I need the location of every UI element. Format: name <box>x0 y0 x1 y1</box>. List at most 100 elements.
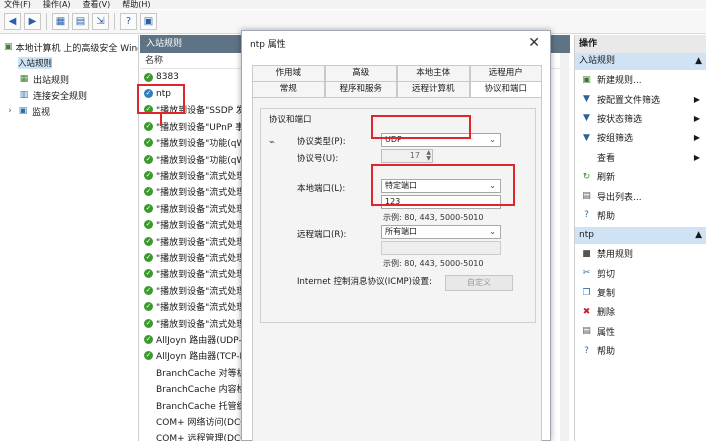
tree-item-inbound[interactable]: ▦ 入站规则 <box>0 55 138 71</box>
rule-row[interactable]: COM+ 远程管理(DCOM-In) <box>140 430 243 441</box>
rule-row[interactable]: ✓"播放到设备"流式处理服务器 <box>140 282 243 298</box>
tab-programs-services[interactable]: 程序和服务 <box>324 81 397 97</box>
back-icon[interactable]: ◀ <box>4 13 21 30</box>
tree-item-connection-security[interactable]: ▥ 连接安全规则 <box>0 87 138 103</box>
tree-item-outbound[interactable]: ▦ 出站规则 <box>0 71 138 87</box>
rule-row[interactable]: ✓"播放到设备"流式处理服务器 <box>140 233 243 249</box>
remote-port-select[interactable]: 所有端口 ⌄ <box>381 225 501 239</box>
rule-row[interactable]: ✓"播放到设备"功能(qWave) <box>140 151 243 167</box>
tab-remote-computers[interactable]: 远程计算机 <box>397 81 470 97</box>
toolbar-separator <box>114 13 115 30</box>
forward-icon[interactable]: ▶ <box>24 13 41 30</box>
action-item[interactable]: ❐ 复制 <box>575 283 706 302</box>
rule-row[interactable]: ✓"播放到设备"SSDP 发现 <box>140 102 243 118</box>
network-cable-icon: ⌁ <box>269 137 276 148</box>
actions-section-inbound[interactable]: 入站规则 ▲ <box>575 53 706 70</box>
group-title: 协议和端口 <box>269 115 312 125</box>
rule-row[interactable]: BranchCache 对等机发现 <box>140 364 243 380</box>
enabled-check-icon: ✓ <box>144 351 153 361</box>
tab-general[interactable]: 常规 <box>252 81 325 97</box>
tab-scope[interactable]: 作用域 <box>252 65 325 81</box>
rule-row[interactable]: ✓ AllJoyn 路由器(TCP-In) <box>140 348 243 364</box>
actions-section-ntp[interactable]: ntp ▲ <box>575 227 706 245</box>
action-item[interactable]: ▤ 属性 <box>575 322 706 341</box>
enabled-check-icon: ✓ <box>144 252 153 262</box>
rule-row[interactable]: ✓"播放到设备"流式处理服务器 <box>140 249 243 265</box>
rule-row[interactable]: ✓"播放到设备"流式处理服务器 <box>140 315 243 331</box>
tabs-row-2: 常规 程序和服务 远程计算机 协议和端口 <box>252 81 542 97</box>
rules-scrollbar[interactable] <box>560 53 569 441</box>
action-item[interactable]: ? 帮助 <box>575 341 706 360</box>
help-icon: ? <box>584 210 589 221</box>
protocol-number-stepper[interactable]: 17 ▲ ▼ <box>381 149 433 163</box>
rule-row[interactable]: ✓AllJoyn 路由器(UDP-In) <box>140 331 243 347</box>
stepper-arrows-icon[interactable]: ▲ ▼ <box>426 150 431 162</box>
rule-row[interactable]: ✓"播放到设备"流式处理服务器 <box>140 266 243 282</box>
remote-port-input[interactable] <box>381 241 501 255</box>
connection-security-icon: ▥ <box>19 90 29 100</box>
rule-row[interactable]: BranchCache 内容检索 <box>140 380 243 396</box>
rule-name: ntp <box>156 88 171 99</box>
panel-icon[interactable]: ▦ <box>52 13 69 30</box>
tree-item-monitoring[interactable]: › ▣ 监视 <box>0 103 138 119</box>
action-item[interactable]: ↻ 刷新 <box>575 167 706 186</box>
list-icon[interactable]: ▤ <box>72 13 89 30</box>
action-item[interactable]: ▼ 按状态筛选 ▶ <box>575 109 706 128</box>
tab-advanced[interactable]: 高级 <box>324 65 397 81</box>
rule-row[interactable]: COM+ 网络访问(DCOM-In) <box>140 413 243 429</box>
action-item[interactable]: 查看 ▶ <box>575 148 706 167</box>
local-port-example: 示例: 80, 443, 5000-5010 <box>383 213 484 222</box>
tab-local-principals[interactable]: 本地主体 <box>397 65 470 81</box>
customize-button[interactable]: 自定义 <box>445 275 513 291</box>
rule-row[interactable]: ✓"播放到设备"流式处理服务器 <box>140 298 243 314</box>
action-item[interactable]: ✖ 删除 <box>575 302 706 321</box>
rule-row[interactable]: BranchCache 托管缓存服务器 <box>140 397 243 413</box>
rule-name: 8383 <box>156 72 179 83</box>
tab-protocols-ports[interactable]: 协议和端口 <box>469 81 542 97</box>
action-item[interactable]: ■ 禁用规则 <box>575 244 706 263</box>
filter-icon: ▼ <box>583 113 590 124</box>
rule-row[interactable]: ✓"播放到设备"UPnP 事件 <box>140 118 243 134</box>
protocol-type-select[interactable]: UDP ⌄ <box>381 133 501 147</box>
monitor-icon: ▣ <box>18 106 28 116</box>
tree-root[interactable]: ▣ 本地计算机 上的高级安全 Windows Defender 防火墙 <box>0 39 138 55</box>
rule-row[interactable]: ✓"播放到设备"流式处理服务器 <box>140 217 243 233</box>
rule-row[interactable]: ✓"播放到设备"功能(qWave) <box>140 135 243 151</box>
rule-name: "播放到设备"流式处理服务器 <box>156 319 243 330</box>
menu-view[interactable]: 查看(V) <box>83 0 111 9</box>
rule-row[interactable]: ✓ 8383 <box>140 69 243 85</box>
rule-row[interactable]: ✓ ntp <box>140 85 243 101</box>
submenu-arrow-icon: ▶ <box>693 152 700 162</box>
collapse-up-icon[interactable]: ▲ <box>695 53 702 70</box>
tree-item-label: 监视 <box>32 107 51 118</box>
tree-root-label: 本地计算机 上的高级安全 Windows Defender 防火墙 <box>15 43 138 54</box>
enabled-check-icon: ✓ <box>144 187 153 197</box>
rule-row[interactable]: ✓"播放到设备"流式处理服务器 <box>140 167 243 183</box>
action-item[interactable]: ▼ 按组筛选 ▶ <box>575 128 706 147</box>
close-icon[interactable]: ✕ <box>528 35 540 51</box>
blank-icon <box>144 433 153 441</box>
action-item[interactable]: ▣ 新建规则... <box>575 70 706 89</box>
help-icon[interactable]: ? <box>120 13 137 30</box>
menu-action[interactable]: 操作(A) <box>43 0 71 9</box>
collapse-up-icon[interactable]: ▲ <box>695 227 702 244</box>
rule-name: "播放到设备"流式处理服务器 <box>156 270 243 281</box>
local-port-input[interactable]: 123 <box>381 195 501 209</box>
rule-row[interactable]: ✓"播放到设备"流式处理服务器 <box>140 200 243 216</box>
action-item[interactable]: ▤ 导出列表... <box>575 186 706 205</box>
action-label: 按状态筛选 <box>597 114 643 125</box>
rule-row[interactable]: ✓"播放到设备"流式处理服务器 <box>140 184 243 200</box>
menu-file[interactable]: 文件(F) <box>4 0 31 9</box>
menu-help[interactable]: 帮助(H) <box>122 0 150 9</box>
action-item[interactable]: ✂ 剪切 <box>575 264 706 283</box>
remote-port-label: 远程端口(R): <box>297 230 347 240</box>
rule-name: "播放到设备"流式处理服务器 <box>156 204 243 215</box>
view-icon[interactable]: ▣ <box>140 13 157 30</box>
action-item[interactable]: ▼ 按配置文件筛选 ▶ <box>575 89 706 108</box>
export-icon[interactable]: ⇲ <box>92 13 109 30</box>
expand-chevron-icon[interactable]: › <box>6 106 14 117</box>
blank-icon <box>144 401 153 410</box>
action-item[interactable]: ? 帮助 <box>575 206 706 225</box>
tab-remote-users[interactable]: 远程用户 <box>469 65 542 81</box>
local-port-select[interactable]: 特定端口 ⌄ <box>381 179 501 193</box>
